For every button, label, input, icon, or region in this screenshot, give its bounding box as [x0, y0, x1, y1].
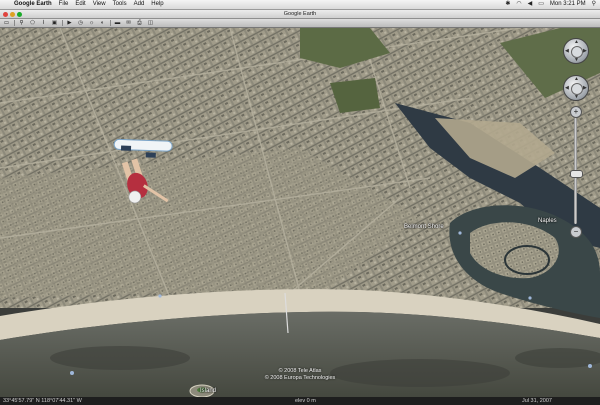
path-icon[interactable]: ⌇ [39, 20, 48, 26]
status-bar: 33°45'57.79" N 118°07'44.31" W elev 0 m … [0, 397, 600, 405]
sidebar-toggle-icon[interactable]: ▭ [2, 20, 11, 26]
bluetooth-icon[interactable]: ✱ [505, 0, 510, 9]
menu-app-name[interactable]: Google Earth [14, 0, 52, 9]
copyright-line-2: © 2008 Europa Technologies [264, 375, 336, 381]
menu-tools[interactable]: Tools [113, 0, 127, 9]
zoom-out-button[interactable]: − [570, 226, 582, 238]
earth-3d-view[interactable]: Belmont Shore Naples Island © 2008 Tele … [0, 28, 600, 397]
look-center-icon[interactable] [571, 46, 583, 58]
move-right-arrow-icon[interactable]: ▶ [583, 85, 587, 91]
copyright-line-1: © 2008 Tele Atlas [278, 368, 322, 374]
volume-icon[interactable]: ◀ [528, 0, 533, 9]
elevation-readout: elev 0 m [295, 398, 316, 404]
minimize-window-icon[interactable] [10, 11, 15, 17]
move-left-arrow-icon[interactable]: ◀ [565, 85, 569, 91]
record-tour-icon[interactable]: ▶ [65, 20, 74, 26]
toolbar-separator [110, 20, 111, 26]
place-label-belmont-shore[interactable]: Belmont Shore [404, 224, 444, 230]
look-left-arrow-icon[interactable]: ◀ [565, 48, 569, 54]
menu-view[interactable]: View [93, 0, 106, 9]
zoom-slider-thumb[interactable] [570, 170, 583, 178]
menu-add[interactable]: Add [134, 0, 145, 9]
pointer-coordinates: 33°45'57.79" N 118°07'44.31" W [3, 398, 82, 404]
move-joystick[interactable]: ▲ ▼ ◀ ▶ [563, 75, 589, 101]
imagery-date: Jul 31, 2007 [522, 398, 552, 404]
menu-edit[interactable]: Edit [75, 0, 85, 9]
overlay-icon[interactable]: ▣ [50, 20, 59, 26]
spotlight-search-icon[interactable]: ⚲ [592, 0, 596, 9]
print-icon[interactable]: ⎙ [135, 20, 144, 26]
menu-help[interactable]: Help [151, 0, 163, 9]
polygon-icon[interactable]: ⬠ [28, 20, 37, 26]
email-icon[interactable]: ✉ [124, 20, 133, 26]
look-right-arrow-icon[interactable]: ▶ [583, 48, 587, 54]
historical-imagery-icon[interactable]: ◷ [76, 20, 85, 26]
menu-status-area: ✱ ◠ ◀ ▭ Mon 3:21 PM ⚲ [505, 0, 596, 9]
zoom-window-icon[interactable] [17, 11, 22, 17]
aerial-imagery[interactable] [0, 28, 600, 397]
mac-menu-bar: Google Earth File Edit View Tools Add He… [0, 0, 600, 10]
maps-icon[interactable]: ◫ [146, 20, 155, 26]
menu-file[interactable]: File [59, 0, 69, 9]
placemark-icon[interactable]: ⚲ [17, 20, 26, 26]
battery-icon[interactable]: ▭ [538, 0, 544, 9]
place-label-naples[interactable]: Naples [538, 218, 557, 224]
sun-icon[interactable]: ☼ [87, 20, 96, 26]
toolbar: ▭ ⚲ ⬠ ⌇ ▣ ▶ ◷ ☼ ◐ ▬ ✉ ⎙ ◫ [0, 19, 600, 28]
menu-clock[interactable]: Mon 3:21 PM [550, 0, 586, 9]
window-title: Google Earth [283, 11, 317, 17]
move-up-arrow-icon[interactable]: ▲ [574, 76, 579, 82]
wifi-icon[interactable]: ◠ [516, 0, 521, 9]
place-label-island[interactable]: Island [200, 388, 216, 394]
ruler-icon[interactable]: ▬ [113, 20, 122, 26]
zoom-in-button[interactable]: + [570, 106, 582, 118]
window-controls [3, 11, 22, 17]
look-joystick[interactable]: ▲ ▼ ◀ ▶ [563, 38, 589, 64]
close-window-icon[interactable] [3, 11, 8, 17]
move-center-icon[interactable] [571, 83, 583, 95]
window-title-bar: Google Earth [0, 10, 600, 19]
toolbar-separator [14, 20, 15, 26]
planets-icon[interactable]: ◐ [98, 20, 107, 26]
look-up-arrow-icon[interactable]: ▲ [574, 39, 579, 45]
toolbar-separator [62, 20, 63, 26]
